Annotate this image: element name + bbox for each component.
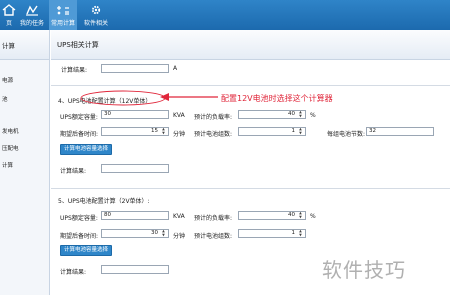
top-result-label: 计算结果:	[61, 67, 88, 74]
s4-backup-time-stepper[interactable]: 15 ▲ ▼	[101, 127, 169, 136]
page-title: UPS相关计算	[51, 30, 450, 60]
s5-rated-capacity-unit: KVA	[173, 213, 185, 220]
s4-backup-time-value: 15	[151, 128, 158, 134]
s5-calc-battery-button[interactable]: 计算电池容量选择	[60, 245, 113, 256]
watermark: 软件技巧	[322, 258, 406, 282]
top-toolbar: 页 我的任务 常用计算 软件相关	[0, 0, 450, 30]
sidebar-item-distribution[interactable]: 压配电	[2, 144, 19, 152]
home-icon	[0, 0, 18, 18]
section5-title: 5、UPS电池配置计算（2V单体）:	[58, 198, 150, 205]
stepper-arrows-icon[interactable]: ▲ ▼	[297, 111, 304, 118]
s5-rated-capacity-label: UPS额定容量:	[60, 215, 98, 222]
s4-load-rate-stepper[interactable]: 40 ▲ ▼	[238, 110, 306, 119]
s4-result-field[interactable]	[101, 164, 169, 173]
s4-load-rate-label: 预计的负载率:	[194, 114, 233, 121]
s4-calc-battery-button[interactable]: 计算电池容量选择	[60, 144, 113, 155]
s5-load-rate-label: 预计的负载率:	[194, 215, 233, 222]
sidebar: 计算 电源 池 发电机 压配电 计算	[0, 30, 50, 295]
s5-result-label: 计算结果:	[60, 269, 87, 276]
divider	[51, 85, 450, 86]
toolbar-home-label: 页	[5, 20, 12, 27]
task-icon	[18, 0, 46, 18]
toolbar-common-calc[interactable]: 常用计算	[49, 0, 77, 30]
top-result-unit: A	[173, 65, 178, 72]
annotation-arrow-icon	[160, 93, 218, 101]
sidebar-header: 计算	[0, 30, 49, 60]
toolbar-software[interactable]: 软件相关	[82, 0, 110, 30]
toolbar-home[interactable]: 页	[0, 0, 18, 30]
gear-icon	[82, 0, 110, 18]
s5-battery-groups-label: 预计电池组数:	[194, 233, 233, 240]
s4-result-label: 计算结果:	[60, 168, 87, 175]
s4-battery-groups-label: 预计电池组数:	[194, 131, 233, 138]
top-result-field[interactable]	[101, 64, 169, 73]
s4-load-rate-value: 40	[288, 111, 295, 117]
s5-battery-groups-value: 1	[291, 230, 296, 236]
s5-battery-groups-stepper[interactable]: 1 ▲ ▼	[238, 229, 306, 238]
toolbar-my-tasks-label: 我的任务	[19, 20, 44, 27]
s4-rated-capacity-label: UPS额定容量:	[60, 114, 98, 121]
stepper-arrows-icon[interactable]: ▲ ▼	[297, 212, 304, 219]
s4-battery-groups-value: 1	[291, 128, 296, 134]
stepper-arrows-icon[interactable]: ▲ ▼	[297, 128, 304, 135]
s4-backup-time-unit: 分钟	[173, 131, 186, 138]
sidebar-item-power[interactable]: 电源	[2, 76, 13, 84]
s4-rated-capacity-input[interactable]: 30	[101, 110, 169, 119]
stepper-arrows-icon[interactable]: ▲ ▼	[160, 230, 167, 237]
s5-load-rate-unit: %	[310, 213, 316, 220]
s4-battery-groups-stepper[interactable]: 1 ▲ ▼	[238, 127, 306, 136]
s4-cells-per-group-label: 每组电池节数:	[327, 131, 366, 138]
calculator-icon	[49, 0, 77, 18]
divider	[51, 188, 450, 189]
s5-backup-time-value: 30	[151, 230, 158, 236]
s5-load-rate-stepper[interactable]: 40 ▲ ▼	[238, 211, 306, 220]
toolbar-common-calc-label: 常用计算	[50, 20, 75, 27]
s4-cells-per-group-input[interactable]: 32	[366, 127, 434, 136]
sidebar-item-generator[interactable]: 发电机	[2, 127, 19, 135]
toolbar-software-label: 软件相关	[83, 20, 108, 27]
s5-load-rate-value: 40	[288, 212, 295, 218]
stepper-arrows-icon[interactable]: ▲ ▼	[297, 230, 304, 237]
s5-backup-time-unit: 分钟	[173, 233, 186, 240]
s4-load-rate-unit: %	[310, 112, 316, 119]
toolbar-my-tasks[interactable]: 我的任务	[18, 0, 46, 30]
s4-backup-time-label: 期望后备时间:	[60, 131, 99, 138]
sidebar-item-battery[interactable]: 池	[2, 95, 8, 103]
stepper-arrows-icon[interactable]: ▲ ▼	[160, 128, 167, 135]
annotation-text: 配置12V电池时选择这个计算器	[221, 94, 333, 103]
s5-result-field[interactable]	[101, 265, 169, 274]
s5-backup-time-label: 期望后备时间:	[60, 233, 99, 240]
s5-rated-capacity-input[interactable]: 80	[101, 211, 169, 220]
s4-rated-capacity-unit: KVA	[173, 112, 185, 119]
highlight-ellipse	[80, 90, 166, 106]
s5-backup-time-stepper[interactable]: 30 ▲ ▼	[101, 229, 169, 238]
sidebar-item-calc[interactable]: 计算	[2, 161, 13, 169]
